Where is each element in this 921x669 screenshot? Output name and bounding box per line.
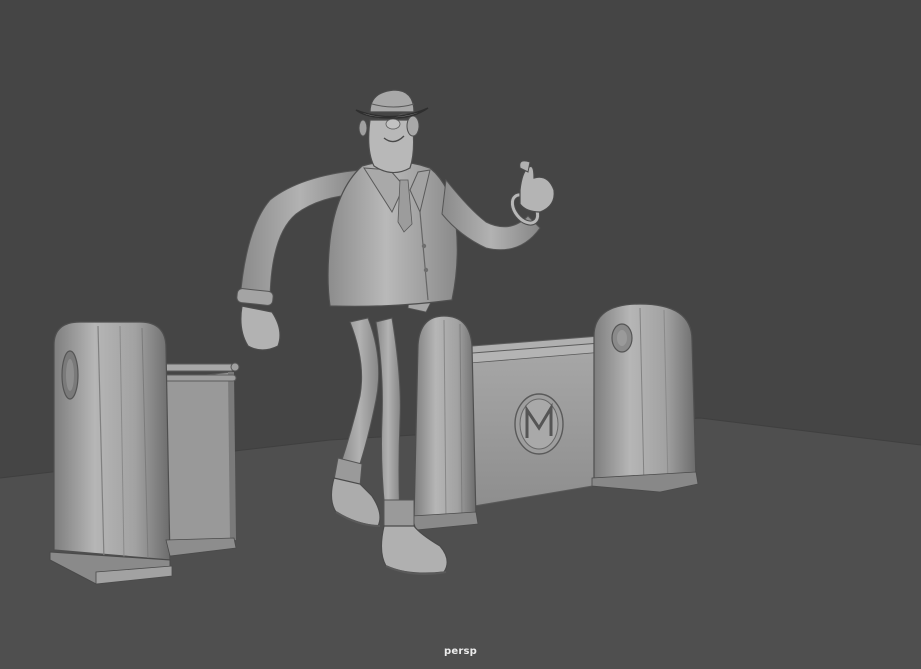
camera-name-label: persp	[444, 646, 477, 657]
scene-canvas[interactable]	[0, 0, 921, 669]
emblem-M-medallion	[514, 393, 564, 455]
maya-perspective-viewport[interactable]: persp	[0, 0, 921, 669]
